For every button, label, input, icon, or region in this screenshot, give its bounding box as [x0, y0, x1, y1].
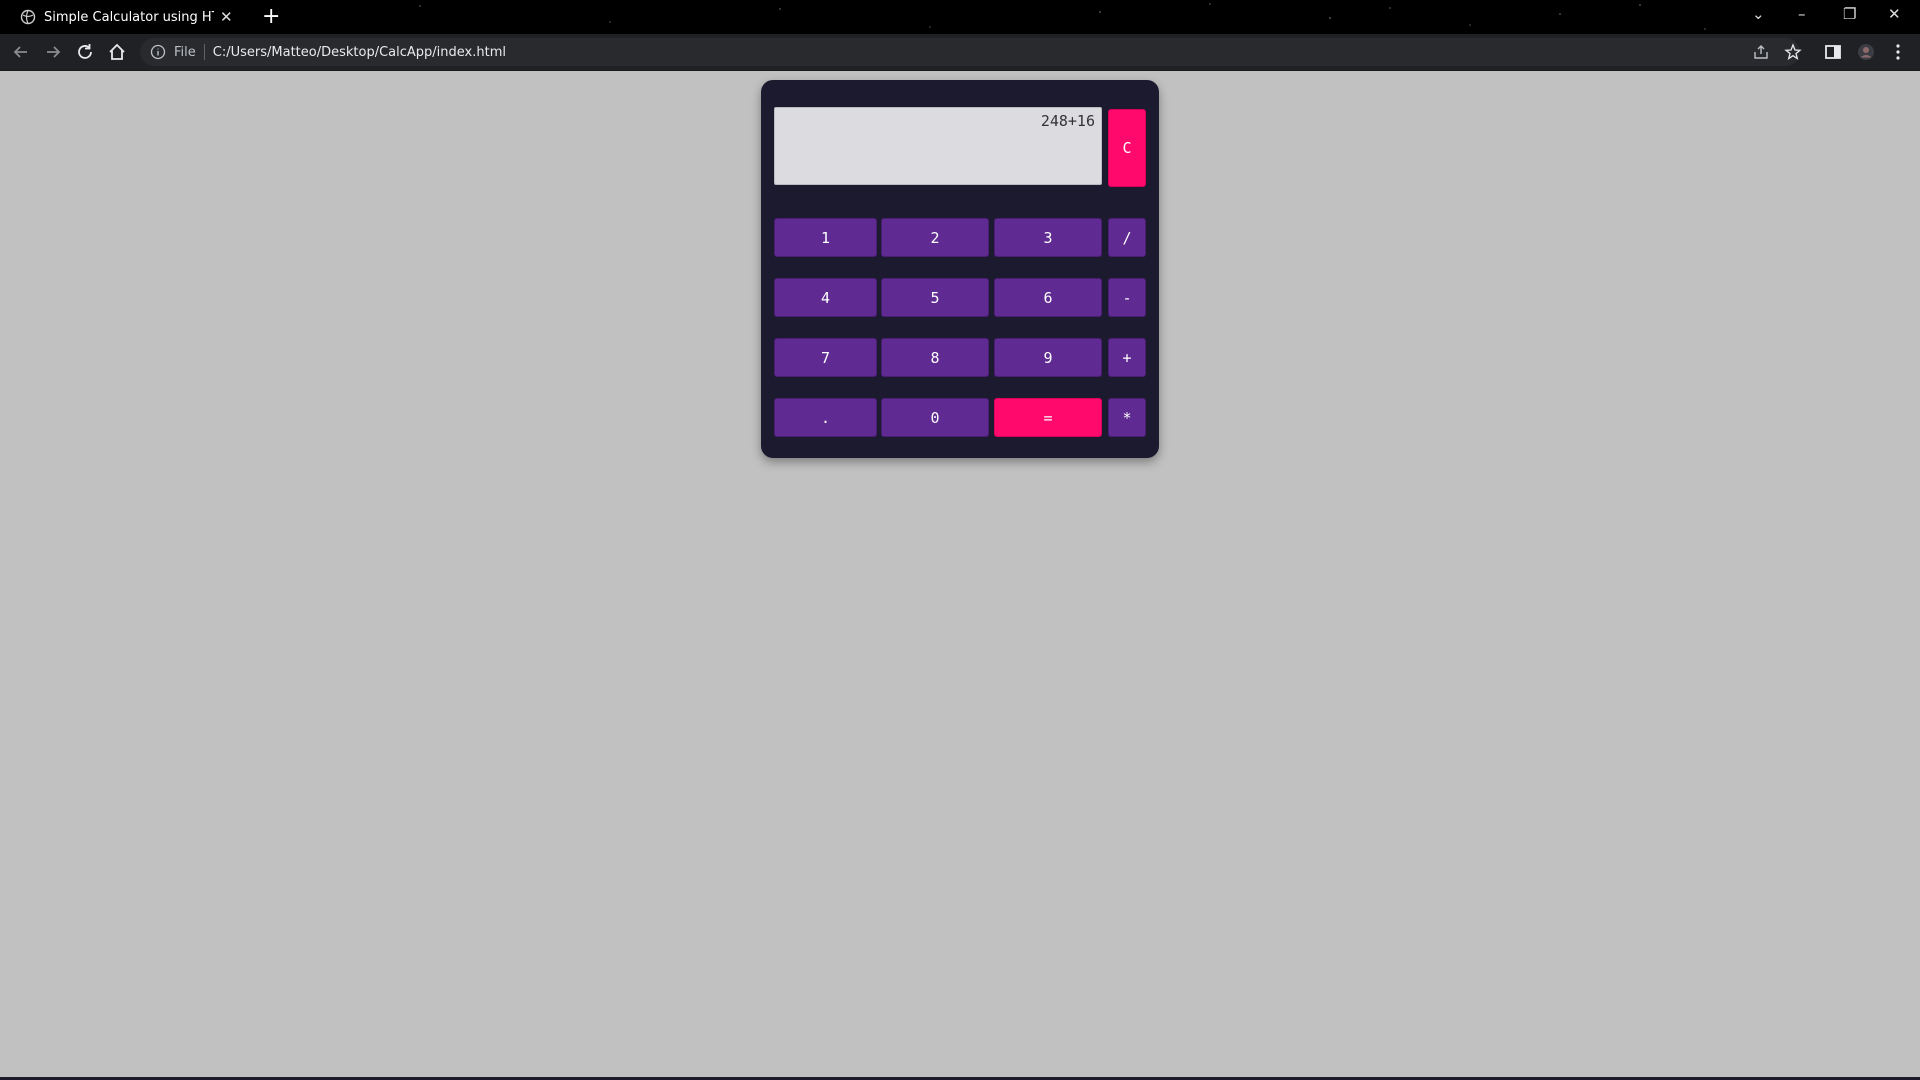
restore-icon[interactable]: ❐	[1843, 4, 1856, 24]
tab-search-icon[interactable]: ⌄	[1752, 4, 1765, 24]
new-tab-icon[interactable]: +	[262, 4, 280, 30]
side-panel-icon[interactable]	[1822, 41, 1844, 63]
bookmark-star-icon[interactable]	[1784, 43, 1802, 61]
equals-button[interactable]: =	[994, 398, 1102, 437]
digit-1-button[interactable]: 1	[774, 218, 877, 257]
back-icon[interactable]	[10, 41, 32, 63]
address-separator	[203, 44, 205, 60]
globe-icon	[20, 9, 36, 25]
forward-icon[interactable]	[42, 41, 64, 63]
clear-button[interactable]: C	[1108, 109, 1146, 187]
digit-4-button[interactable]: 4	[774, 278, 877, 317]
minimize-icon[interactable]: –	[1798, 4, 1806, 24]
share-icon[interactable]	[1752, 43, 1770, 61]
digit-2-button[interactable]: 2	[881, 218, 989, 257]
multiply-button[interactable]: *	[1108, 398, 1146, 437]
decimal-button[interactable]: .	[774, 398, 877, 437]
digit-8-button[interactable]: 8	[881, 338, 989, 377]
digit-7-button[interactable]: 7	[774, 338, 877, 377]
url-scheme-label: File	[174, 44, 196, 60]
digit-3-button[interactable]: 3	[994, 218, 1102, 257]
digit-6-button[interactable]: 6	[994, 278, 1102, 317]
browser-title-bar: Simple Calculator using HTML, C ✕ + ⌄ – …	[0, 0, 1920, 34]
menu-dots-icon[interactable]	[1887, 41, 1909, 63]
profile-avatar-icon[interactable]	[1855, 41, 1877, 63]
page-top-border	[0, 70, 1920, 71]
calculator-display[interactable]: 248+16	[774, 107, 1102, 185]
url-text[interactable]: C:/Users/Matteo/Desktop/CalcApp/index.ht…	[213, 45, 506, 60]
digit-9-button[interactable]: 9	[994, 338, 1102, 377]
add-button[interactable]: +	[1108, 338, 1146, 377]
home-icon[interactable]	[106, 41, 128, 63]
divide-button[interactable]: /	[1108, 218, 1146, 257]
tab-title: Simple Calculator using HTML, C	[44, 9, 214, 25]
tab-close-icon[interactable]: ✕	[220, 8, 233, 26]
digit-0-button[interactable]: 0	[881, 398, 989, 437]
digit-5-button[interactable]: 5	[881, 278, 989, 317]
calculator: 248+16 C 1 2 3 / 4 5 6 - 7 8 9 + . 0 = *	[761, 80, 1159, 458]
info-icon[interactable]	[150, 44, 166, 60]
reload-icon[interactable]	[74, 41, 96, 63]
window-close-icon[interactable]: ✕	[1888, 4, 1901, 24]
address-bar[interactable]: File C:/Users/Matteo/Desktop/CalcApp/ind…	[140, 38, 1802, 66]
subtract-button[interactable]: -	[1108, 278, 1146, 317]
browser-tab[interactable]: Simple Calculator using HTML, C ✕	[8, 0, 248, 34]
